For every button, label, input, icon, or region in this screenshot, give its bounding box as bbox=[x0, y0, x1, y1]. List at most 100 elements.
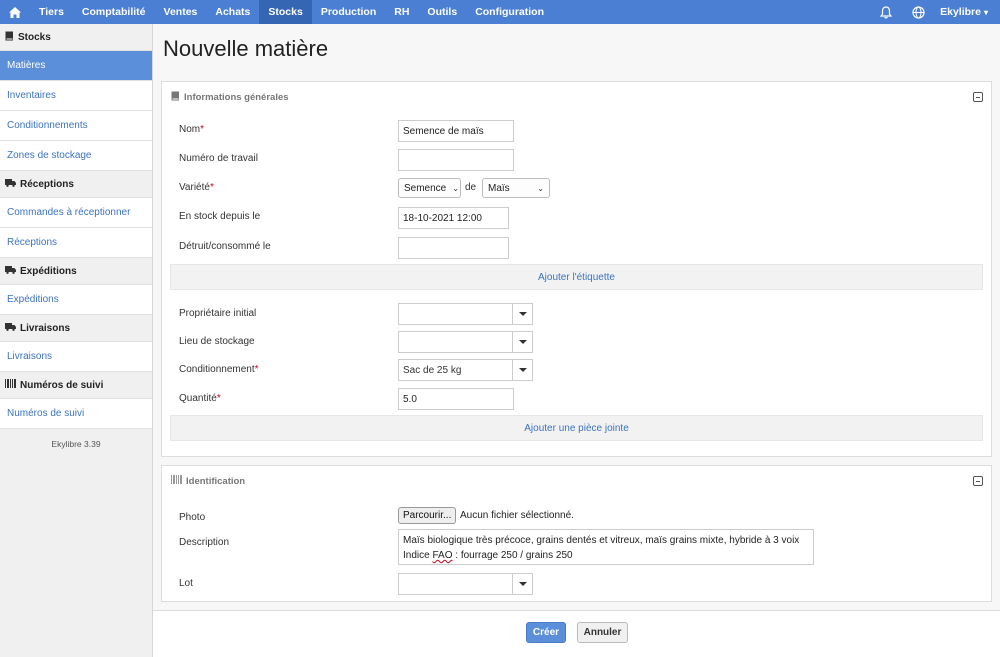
lot-label: Lot bbox=[179, 578, 193, 589]
dropdown-arrow-icon[interactable] bbox=[512, 332, 532, 352]
nom-input[interactable]: Semence de maïs bbox=[398, 120, 514, 142]
required-marker: * bbox=[216, 393, 221, 404]
description-label: Description bbox=[179, 537, 230, 548]
add-attachment-button[interactable]: Ajouter une pièce jointe bbox=[170, 415, 983, 441]
bell-icon[interactable] bbox=[870, 0, 902, 24]
form-actions: Créer Annuler bbox=[153, 610, 1000, 657]
field-nom: Nom* Semence de maïs bbox=[162, 119, 991, 143]
field-photo: Photo Parcourir... Aucun fichier sélecti… bbox=[162, 507, 991, 531]
chevron-down-icon: ⌄ bbox=[452, 183, 459, 193]
collapse-icon[interactable] bbox=[973, 476, 983, 486]
numero-label: Numéro de travail bbox=[179, 153, 258, 164]
dropdown-arrow-icon[interactable] bbox=[512, 574, 532, 594]
book-icon bbox=[171, 91, 180, 104]
sidebar-section-livraisons: Livraisons Livraisons bbox=[0, 315, 152, 372]
barcode-icon bbox=[171, 475, 182, 487]
nav-achats[interactable]: Achats bbox=[206, 0, 259, 24]
add-label-button[interactable]: Ajouter l'étiquette bbox=[170, 264, 983, 290]
detruit-date-input[interactable] bbox=[398, 237, 509, 259]
sidebar-section-expeditions: Expéditions Expéditions bbox=[0, 258, 152, 315]
photo-label: Photo bbox=[179, 512, 206, 523]
user-name: Ekylibre bbox=[940, 6, 981, 18]
required-marker: * bbox=[209, 182, 214, 193]
sidebar-item-livraisons[interactable]: Livraisons bbox=[0, 341, 152, 371]
field-variete: Variété* Semence ⌄ de Maïs ⌄ bbox=[162, 177, 991, 201]
sidebar-item-zones-de-stockage[interactable]: Zones de stockage bbox=[0, 140, 152, 170]
variete-select[interactable]: Semence ⌄ bbox=[398, 178, 461, 198]
variete-of-select[interactable]: Maïs ⌄ bbox=[482, 178, 550, 198]
nav-rh[interactable]: RH bbox=[385, 0, 418, 24]
quantite-input[interactable]: 5.0 bbox=[398, 388, 514, 410]
proprietaire-combo[interactable] bbox=[398, 303, 533, 325]
panel-title: Identification bbox=[186, 475, 246, 487]
required-marker: * bbox=[200, 124, 205, 135]
create-button[interactable]: Créer bbox=[526, 622, 566, 643]
conditionnement-label: Conditionnement bbox=[179, 364, 255, 375]
user-menu[interactable]: Ekylibre ▾ bbox=[934, 0, 1000, 24]
nom-label: Nom bbox=[179, 124, 201, 135]
dropdown-arrow-icon[interactable] bbox=[512, 304, 532, 324]
panel-header[interactable]: Identification bbox=[162, 466, 991, 496]
field-conditionnement: Conditionnement* Sac de 25 kg bbox=[162, 359, 991, 383]
chevron-down-icon: ⌄ bbox=[537, 183, 544, 193]
home-icon[interactable] bbox=[0, 0, 30, 24]
sidebar-section-title: Livraisons bbox=[0, 315, 152, 341]
lieu-label: Lieu de stockage bbox=[179, 336, 255, 347]
variete-label: Variété bbox=[179, 182, 210, 193]
sidebar-section-stocks: Stocks Matières Inventaires Conditionnem… bbox=[0, 24, 152, 171]
truck-icon bbox=[5, 322, 16, 334]
proprietaire-label: Propriétaire initial bbox=[179, 308, 257, 319]
stock-date-input[interactable]: 18-10-2021 12:00 bbox=[398, 207, 509, 229]
panel-title: Informations générales bbox=[184, 91, 289, 103]
nav-configuration[interactable]: Configuration bbox=[466, 0, 553, 24]
lieu-combo[interactable] bbox=[398, 331, 533, 353]
field-lot: Lot bbox=[162, 573, 991, 597]
sidebar-item-expeditions[interactable]: Expéditions bbox=[0, 284, 152, 314]
detruit-label: Détruit/consommé le bbox=[179, 241, 271, 252]
sidebar-item-conditionnements[interactable]: Conditionnements bbox=[0, 110, 152, 140]
panel-header[interactable]: Informations générales bbox=[162, 82, 991, 112]
app-version: Ekylibre 3.39 bbox=[51, 439, 101, 449]
browse-button[interactable]: Parcourir... bbox=[398, 507, 457, 524]
barcode-icon bbox=[5, 379, 16, 391]
field-quantite: Quantité* 5.0 bbox=[162, 388, 991, 412]
identification-panel: Identification Photo Parcourir... Aucun … bbox=[161, 465, 992, 602]
spellcheck-word: FAO bbox=[432, 550, 453, 561]
description-line: Maïs biologique très précoce, grains den… bbox=[403, 535, 800, 546]
sidebar-section-receptions: Réceptions Commandes à réceptionner Réce… bbox=[0, 171, 152, 258]
field-detruit: Détruit/consommé le bbox=[162, 236, 991, 260]
quantite-label: Quantité bbox=[179, 393, 217, 404]
sidebar-section-title: Numéros de suivi bbox=[0, 372, 152, 398]
globe-icon[interactable] bbox=[902, 0, 934, 24]
sidebar-item-numeros-de-suivi[interactable]: Numéros de suivi bbox=[0, 398, 152, 428]
sidebar-item-receptions[interactable]: Réceptions bbox=[0, 227, 152, 257]
main-content: Nouvelle matière Informations générales … bbox=[153, 24, 1000, 657]
sidebar-section-title: Réceptions bbox=[0, 171, 152, 197]
top-navbar: Tiers Comptabilité Ventes Achats Stocks … bbox=[0, 0, 1000, 24]
nav-tiers[interactable]: Tiers bbox=[30, 0, 73, 24]
collapse-icon[interactable] bbox=[973, 92, 983, 102]
numero-input[interactable] bbox=[398, 149, 514, 171]
sidebar-section-numeros-de-suivi: Numéros de suivi Numéros de suivi bbox=[0, 372, 152, 429]
sidebar-item-matieres[interactable]: Matières bbox=[0, 50, 152, 80]
nav-stocks[interactable]: Stocks bbox=[259, 0, 312, 24]
required-marker: * bbox=[254, 364, 259, 375]
sidebar-item-inventaires[interactable]: Inventaires bbox=[0, 80, 152, 110]
no-file-text: Aucun fichier sélectionné. bbox=[460, 510, 574, 521]
cancel-button[interactable]: Annuler bbox=[577, 622, 628, 643]
de-label: de bbox=[465, 182, 477, 193]
sidebar-item-commandes-a-receptionner[interactable]: Commandes à réceptionner bbox=[0, 197, 152, 227]
conditionnement-combo[interactable]: Sac de 25 kg bbox=[398, 359, 533, 381]
truck-icon bbox=[5, 265, 16, 277]
page-title: Nouvelle matière bbox=[163, 36, 329, 61]
description-textarea[interactable]: Maïs biologique très précoce, grains den… bbox=[398, 529, 814, 565]
field-lieu: Lieu de stockage bbox=[162, 331, 991, 355]
sidebar-section-title: Expéditions bbox=[0, 258, 152, 284]
sidebar-section-title: Stocks bbox=[0, 24, 152, 50]
nav-comptabilite[interactable]: Comptabilité bbox=[73, 0, 155, 24]
nav-outils[interactable]: Outils bbox=[418, 0, 466, 24]
lot-combo[interactable] bbox=[398, 573, 533, 595]
nav-ventes[interactable]: Ventes bbox=[155, 0, 207, 24]
nav-production[interactable]: Production bbox=[312, 0, 385, 24]
dropdown-arrow-icon[interactable] bbox=[512, 360, 532, 380]
